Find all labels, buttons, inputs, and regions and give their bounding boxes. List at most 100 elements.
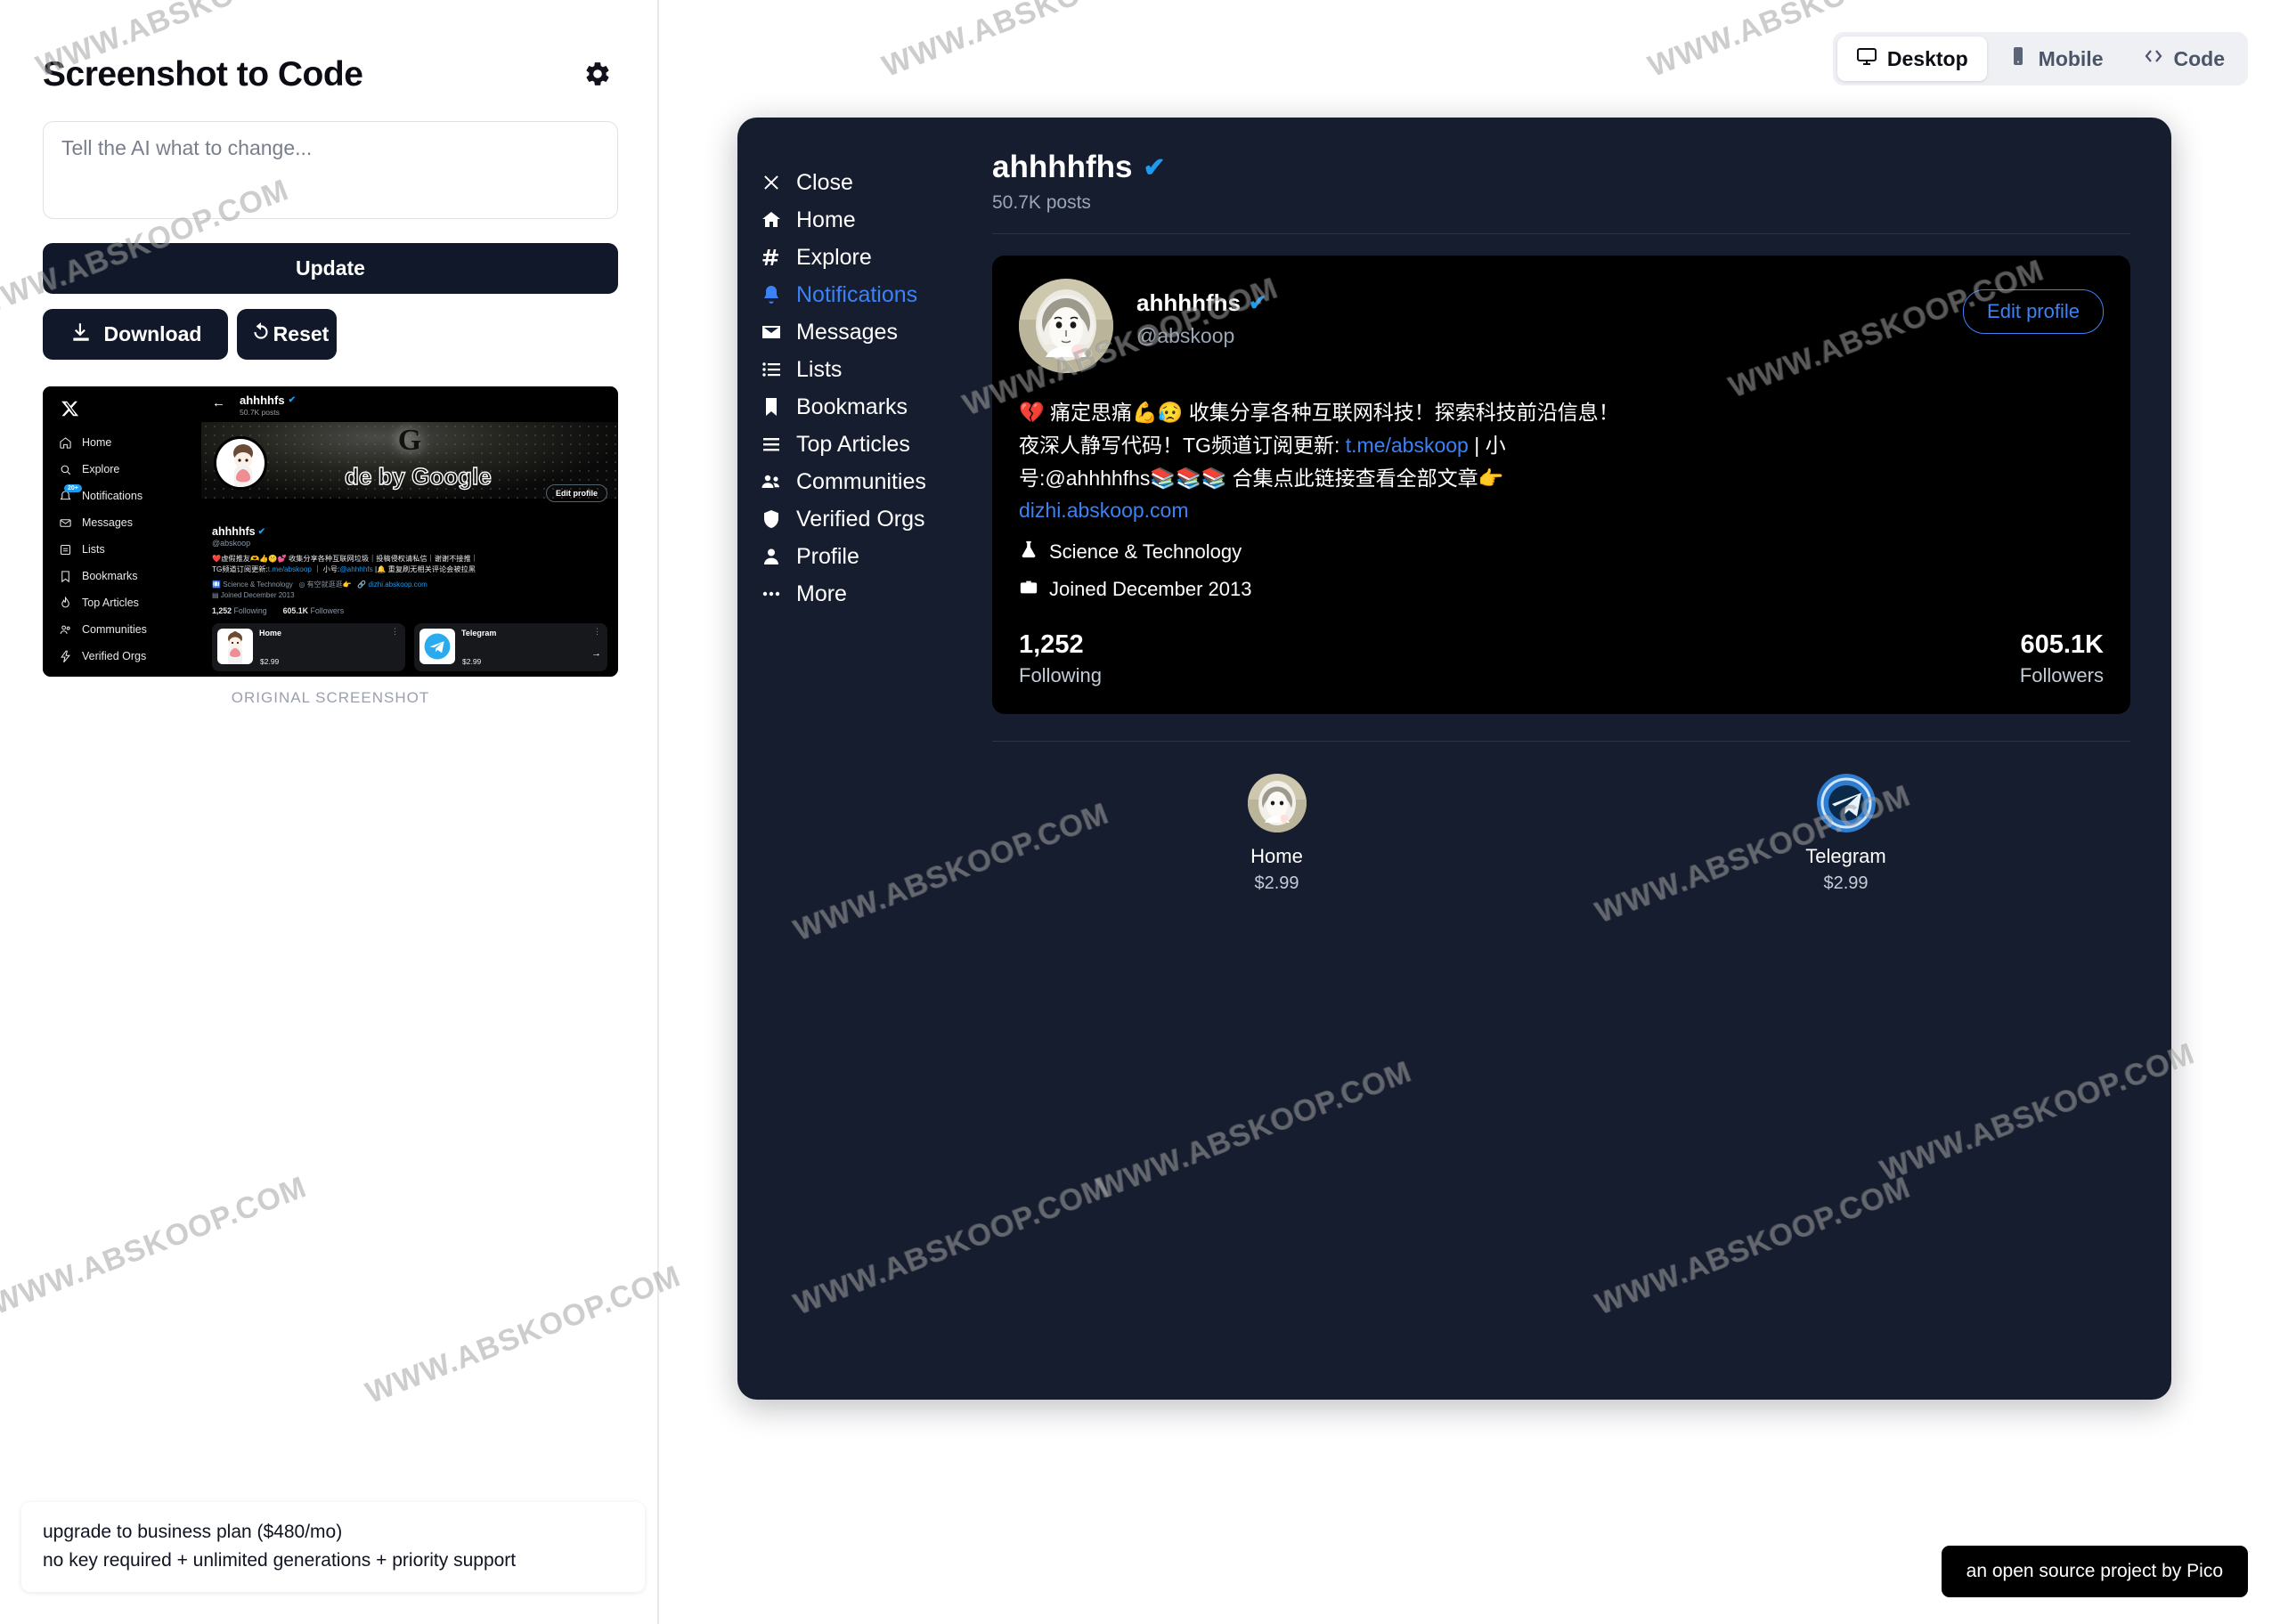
thumb-header-posts: 50.7K posts bbox=[240, 408, 280, 417]
thumbnail-caption: ORIGINAL SCREENSHOT bbox=[231, 689, 430, 706]
pinned-card-price: $2.99 bbox=[1254, 873, 1299, 894]
people-icon bbox=[57, 623, 73, 637]
thumb-nav-item-lists[interactable]: Lists bbox=[57, 536, 201, 563]
thumb-label: Bookmarks bbox=[82, 570, 138, 582]
followers-count: 605.1K bbox=[2020, 630, 2104, 660]
verified-badge-icon: ✔ bbox=[1143, 152, 1166, 183]
thumb-card-telegram[interactable]: Telegram $2.99 ⋮ → bbox=[414, 622, 607, 671]
nav-item-close[interactable]: Close bbox=[759, 164, 967, 201]
thumb-stats: 1,252 Following 605.1K Followers bbox=[212, 606, 607, 615]
following-label: Following bbox=[1019, 664, 1102, 687]
sidebar-header: Screenshot to Code bbox=[43, 55, 615, 94]
thumbnail-image: Home Explore 20+ Notifications Messages L… bbox=[43, 386, 618, 677]
nav-item-lists[interactable]: Lists bbox=[759, 351, 967, 388]
nav-label: Explore bbox=[796, 244, 872, 270]
nav-item-verified-orgs[interactable]: Verified Orgs bbox=[759, 500, 967, 538]
people-icon bbox=[759, 471, 784, 492]
home-icon bbox=[759, 209, 784, 231]
edit-profile-button[interactable]: Edit profile bbox=[1963, 289, 2104, 334]
thumb-nav-item-notifications[interactable]: 20+ Notifications bbox=[57, 483, 201, 509]
thumb-edit-profile-button[interactable]: Edit profile bbox=[546, 484, 607, 502]
pinned-card-telegram[interactable]: Telegram $2.99 bbox=[1561, 774, 2130, 894]
nav-label: Communities bbox=[796, 468, 926, 494]
thumb-nav-item-profile[interactable]: Profile bbox=[57, 670, 201, 677]
divider bbox=[992, 741, 2130, 743]
thumb-avatar bbox=[214, 436, 267, 490]
nav-item-top-articles[interactable]: Top Articles bbox=[759, 426, 967, 463]
bio-telegram-link[interactable]: t.me/abskoop bbox=[1346, 434, 1469, 457]
pico-badge[interactable]: an open source project by Pico bbox=[1941, 1546, 2248, 1597]
arrow-right-icon[interactable]: → bbox=[591, 648, 601, 659]
settings-button[interactable] bbox=[581, 58, 615, 92]
nav-item-bookmarks[interactable]: Bookmarks bbox=[759, 388, 967, 426]
pinned-card-home[interactable]: Home $2.99 bbox=[992, 774, 1561, 894]
thumb-bio-link[interactable]: t.me/abskoop bbox=[268, 565, 312, 573]
profile-identity: ahhhhfhs ✔ @abskoop bbox=[1136, 279, 1940, 348]
reset-label: Reset bbox=[273, 322, 330, 345]
nav-item-profile[interactable]: Profile bbox=[759, 538, 967, 575]
tab-mobile[interactable]: Mobile bbox=[1989, 37, 2122, 81]
thumb-nav-item-messages[interactable]: Messages bbox=[57, 509, 201, 536]
thumb-followers[interactable]: 605.1K Followers bbox=[283, 606, 344, 615]
x-logo-icon bbox=[61, 399, 80, 418]
thumb-bio-mention[interactable]: @ahhhhfs bbox=[339, 565, 372, 573]
more-options-icon[interactable]: ⋮ bbox=[593, 627, 601, 636]
flask-icon bbox=[1019, 540, 1038, 564]
original-screenshot-thumbnail[interactable]: Home Explore 20+ Notifications Messages L… bbox=[43, 386, 618, 707]
profile-joined: Joined December 2013 bbox=[1019, 577, 2104, 602]
thumb-nav-item-verified-orgs[interactable]: Verified Orgs bbox=[57, 643, 201, 670]
followers-stat[interactable]: 605.1K Followers bbox=[2020, 630, 2104, 687]
banner-text: de by Google bbox=[344, 462, 492, 490]
page-title: Screenshot to Code bbox=[43, 55, 363, 93]
bio-website-link[interactable]: dizhi.abskoop.com bbox=[1019, 499, 1189, 522]
thumb-label: Home bbox=[82, 436, 112, 449]
lines-icon bbox=[759, 434, 784, 455]
following-stat[interactable]: 1,252 Following bbox=[1019, 630, 1102, 687]
more-options-icon[interactable]: ⋮ bbox=[391, 627, 399, 636]
tab-desktop[interactable]: Desktop bbox=[1836, 37, 1987, 81]
nav-item-communities[interactable]: Communities bbox=[759, 463, 967, 500]
thumb-nav-item-home[interactable]: Home bbox=[57, 429, 201, 456]
reset-button[interactable]: Reset bbox=[237, 309, 337, 360]
ai-prompt-input[interactable] bbox=[43, 121, 618, 219]
profile-card: ahhhhfhs ✔ @abskoop Edit profile 💔 痛定思痛💪… bbox=[992, 256, 2130, 715]
banner-letter: G bbox=[397, 424, 422, 457]
thumb-following[interactable]: 1,252 Following bbox=[212, 606, 267, 615]
tab-desktop-label: Desktop bbox=[1886, 46, 1968, 70]
thumb-card-home[interactable]: Home $2.99 ⋮ bbox=[212, 622, 405, 671]
thumb-card-price: $2.99 bbox=[260, 656, 280, 666]
nav-label: Verified Orgs bbox=[796, 506, 925, 532]
reset-icon bbox=[249, 321, 273, 349]
viewport-toggle-group: Desktop Mobile Code bbox=[1832, 32, 2248, 85]
bell-icon bbox=[759, 284, 784, 305]
nav-item-notifications[interactable]: Notifications bbox=[759, 276, 967, 313]
upgrade-banner[interactable]: upgrade to business plan ($480/mo) no ke… bbox=[21, 1501, 645, 1592]
thumb-nav-item-communities[interactable]: Communities bbox=[57, 616, 201, 643]
tab-code-label: Code bbox=[2173, 46, 2226, 70]
link-icon: 🔗 bbox=[357, 580, 367, 589]
thumb-website-link[interactable]: dizhi.abskoop.com bbox=[369, 581, 428, 589]
thumb-header-name: ahhhhfs ✔ bbox=[240, 394, 296, 407]
thumb-pinned-cards: Home $2.99 ⋮ Telegram $2.99 ⋮ → bbox=[212, 622, 607, 671]
verified-badge-icon: ✔ bbox=[1249, 291, 1267, 315]
thumb-nav-item-explore[interactable]: Explore bbox=[57, 456, 201, 483]
nav-item-explore[interactable]: Explore bbox=[759, 239, 967, 276]
avatar-image bbox=[217, 628, 253, 664]
update-button[interactable]: Update bbox=[43, 243, 618, 294]
download-button[interactable]: Download bbox=[43, 309, 228, 360]
back-arrow-icon[interactable]: ← bbox=[212, 396, 225, 410]
tab-code[interactable]: Code bbox=[2124, 37, 2244, 81]
profile-category: Science & Technology bbox=[1019, 540, 2104, 564]
nav-label: Lists bbox=[796, 356, 843, 382]
preview-main: ahhhhfhs ✔ 50.7K posts ahhhhfhs ✔ @absko… bbox=[967, 150, 2171, 1400]
followers-label: Followers bbox=[2019, 664, 2104, 687]
avatar bbox=[1019, 279, 1113, 373]
envelope-icon bbox=[57, 516, 73, 530]
nav-item-more[interactable]: More bbox=[759, 575, 967, 613]
nav-item-messages[interactable]: Messages bbox=[759, 313, 967, 351]
thumb-nav-item-bookmarks[interactable]: Bookmarks bbox=[57, 563, 201, 589]
search-icon bbox=[57, 463, 73, 476]
nav-item-home[interactable]: Home bbox=[759, 201, 967, 239]
thumb-nav-item-top-articles[interactable]: Top Articles bbox=[57, 589, 201, 616]
profile-username: ahhhhfhs ✔ bbox=[1136, 289, 1267, 316]
